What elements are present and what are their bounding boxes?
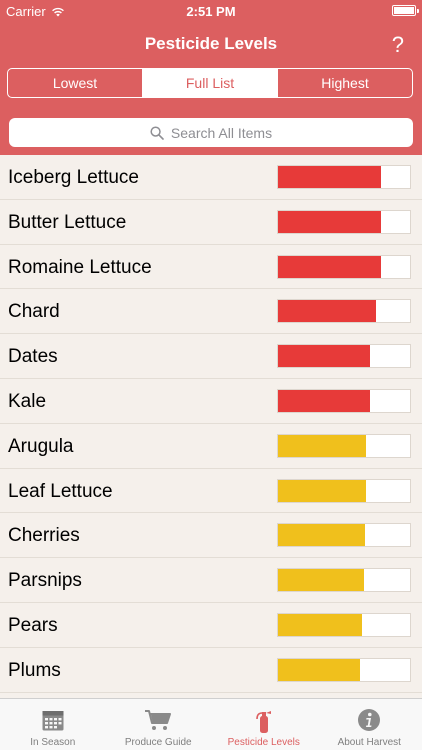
list-item[interactable]: Parsnips bbox=[0, 558, 422, 603]
pesticide-level-bar bbox=[277, 568, 411, 593]
pesticide-level-fill bbox=[278, 524, 366, 547]
pesticide-level-fill bbox=[278, 300, 376, 323]
cart-icon bbox=[145, 710, 172, 730]
search-placeholder: Search All Items bbox=[170, 124, 273, 141]
produce-name: Arugula bbox=[8, 435, 74, 457]
segment-full-list[interactable]: Full List bbox=[143, 69, 278, 97]
pesticide-level-fill bbox=[278, 166, 381, 188]
level-filter-segmented-control: Lowest Full List Highest bbox=[7, 68, 413, 98]
pesticide-level-fill bbox=[278, 613, 363, 636]
pesticide-level-fill bbox=[278, 479, 367, 502]
tab-about-harvest[interactable]: About Harvest bbox=[317, 699, 422, 750]
status-bar: Carrier 2:51 PM bbox=[0, 0, 422, 22]
produce-name: Plums bbox=[8, 659, 61, 681]
pesticide-level-fill bbox=[278, 658, 360, 681]
list-item[interactable]: Butter Lettuce bbox=[0, 200, 422, 245]
page-title: Pesticide Levels bbox=[144, 34, 278, 53]
tab-label: In Season bbox=[30, 737, 76, 748]
header: Carrier 2:51 PM Pesticide Levels ? Lowes… bbox=[0, 0, 422, 155]
pesticide-level-bar bbox=[277, 344, 411, 369]
pesticide-level-bar bbox=[277, 299, 411, 324]
pesticide-level-bar bbox=[277, 165, 411, 189]
produce-name: Romaine Lettuce bbox=[8, 256, 152, 278]
produce-name: Dates bbox=[8, 346, 58, 368]
tab-label: Produce Guide bbox=[124, 737, 192, 748]
list-item[interactable]: Chard bbox=[0, 289, 422, 335]
tab-label: About Harvest bbox=[337, 737, 401, 748]
produce-name: Chard bbox=[8, 301, 60, 323]
status-time: 2:51 PM bbox=[186, 4, 236, 19]
list-item[interactable]: Dates bbox=[0, 334, 422, 379]
list-item[interactable]: Romaine Lettuce bbox=[0, 245, 422, 290]
info-icon bbox=[358, 709, 381, 731]
produce-name: Pears bbox=[8, 614, 58, 636]
tab-pesticide-levels[interactable]: Pesticide Levels bbox=[211, 699, 317, 750]
pesticide-level-fill bbox=[278, 210, 381, 233]
pesticide-level-bar bbox=[277, 388, 411, 413]
produce-name: Iceberg Lettuce bbox=[8, 167, 139, 188]
pesticide-level-fill bbox=[278, 569, 364, 592]
search-input[interactable]: Search All Items bbox=[9, 118, 413, 147]
pesticide-level-bar bbox=[277, 612, 411, 637]
search-icon bbox=[150, 125, 164, 140]
pesticide-level-fill bbox=[278, 345, 371, 368]
produce-list: Iceberg Lettuce Butter Lettuce Romaine Let… bbox=[0, 155, 422, 698]
produce-name: Kale bbox=[8, 390, 47, 412]
segment-highest[interactable]: Highest bbox=[278, 69, 412, 97]
produce-name: Cherries bbox=[8, 525, 80, 547]
tab-label: Pesticide Levels bbox=[227, 737, 300, 748]
pesticide-level-bar bbox=[277, 478, 411, 503]
pesticide-level-bar bbox=[277, 254, 411, 279]
calendar-icon bbox=[42, 711, 64, 731]
extinguisher-icon bbox=[255, 711, 271, 733]
pesticide-level-fill bbox=[278, 255, 381, 278]
list-item[interactable]: Iceberg Lettuce bbox=[0, 155, 422, 200]
pesticide-level-bar bbox=[277, 209, 411, 234]
help-button[interactable]: ? bbox=[392, 32, 404, 58]
list-item[interactable]: Leaf Lettuce bbox=[0, 469, 422, 514]
pesticide-level-fill bbox=[278, 389, 371, 412]
pesticide-level-fill bbox=[278, 434, 367, 457]
produce-name: Leaf Lettuce bbox=[8, 480, 113, 502]
list-item[interactable]: Kale bbox=[0, 379, 422, 424]
produce-name: Butter Lettuce bbox=[8, 211, 127, 233]
tab-in-season[interactable]: In Season bbox=[0, 699, 106, 750]
tab-bar: In Season Produce Guide Pesticide Levels… bbox=[0, 698, 422, 750]
pesticide-level-bar bbox=[277, 433, 411, 458]
produce-name: Parsnips bbox=[8, 570, 82, 592]
pesticide-level-bar bbox=[277, 523, 411, 548]
battery-icon bbox=[392, 5, 419, 16]
list-item[interactable]: Pears bbox=[0, 603, 422, 648]
tab-produce-guide[interactable]: Produce Guide bbox=[106, 699, 212, 750]
pesticide-level-bar bbox=[277, 657, 411, 682]
segment-lowest[interactable]: Lowest bbox=[8, 69, 143, 97]
list-item[interactable]: Cherries bbox=[0, 513, 422, 559]
list-item[interactable]: Plums bbox=[0, 648, 422, 693]
list-item[interactable]: Arugula bbox=[0, 424, 422, 469]
